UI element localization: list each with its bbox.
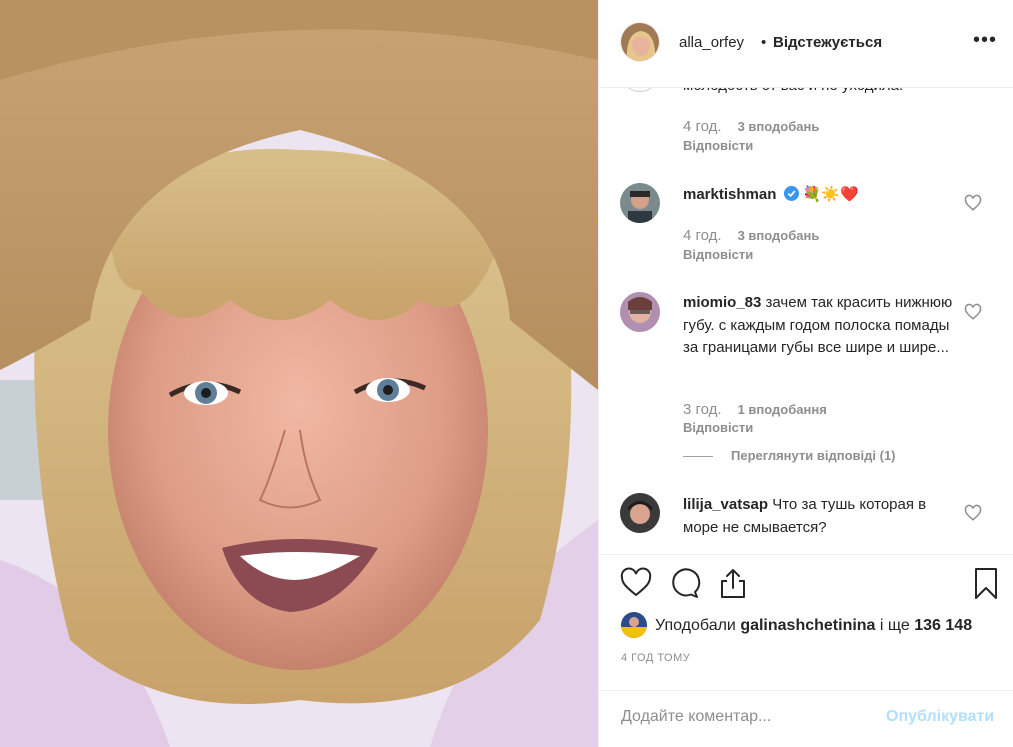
reply-button[interactable]: Відповісти (683, 138, 753, 153)
reply-button[interactable]: Відповісти (683, 247, 753, 262)
author-avatar[interactable] (620, 22, 660, 62)
comment-input[interactable]: Додайте коментар... (621, 708, 771, 726)
liker-username[interactable]: galinashchetinina (740, 617, 875, 634)
share-icon[interactable] (716, 566, 750, 600)
view-replies-label: Переглянути відповіді (1) (731, 448, 896, 463)
comment-meta: 3 год. 1 вподобання (683, 401, 827, 418)
reply-button[interactable]: Відповісти (683, 420, 753, 435)
comment-body: miomio_83 зачем так красить нижнюю губу.… (683, 292, 953, 360)
comment-username[interactable]: marktishman (683, 186, 776, 203)
comment-likes[interactable]: 3 вподобань (738, 119, 820, 134)
liked-suffix: і ще (879, 617, 910, 634)
comment-body: lilija_vatsap Что за тушь которая в море… (683, 494, 953, 539)
comment-meta: 4 год. 3 вподобань (683, 118, 819, 135)
comment-avatar[interactable] (620, 292, 660, 332)
comment-username[interactable]: lilija_vatsap (683, 496, 768, 513)
comment-meta: 4 год. 3 вподобань (683, 227, 819, 244)
comment-like-heart-icon[interactable] (964, 194, 982, 212)
post-details-panel: молодость от вас и не уходила. 4 год.3 в… (598, 0, 1013, 747)
comment-time[interactable]: 3 год. (683, 401, 722, 418)
post-photo[interactable] (0, 0, 598, 747)
post-header: alla_orfey • Відстежується ••• (599, 0, 1013, 88)
liker-avatar[interactable] (621, 612, 647, 638)
comment-like-heart-icon[interactable] (964, 303, 982, 321)
post-time[interactable]: 4 ГОД ТОМУ (621, 652, 690, 664)
comment-like-heart-icon[interactable] (964, 504, 982, 522)
bookmark-icon[interactable] (969, 566, 1003, 600)
comment-icon[interactable] (667, 566, 701, 600)
action-bar (599, 566, 1013, 606)
comment-likes[interactable]: 3 вподобань (738, 228, 820, 243)
follow-status-button[interactable]: Відстежується (773, 34, 882, 51)
comment-text: 💐☀️❤️ (802, 186, 859, 203)
comment-avatar[interactable] (620, 493, 660, 533)
more-icon[interactable]: ••• (973, 30, 997, 50)
heart-icon[interactable] (619, 566, 653, 600)
divider-line (683, 456, 713, 458)
liked-prefix: Уподобали (655, 617, 736, 634)
likes-count[interactable]: 136 148 (914, 617, 972, 634)
add-comment-bar: Додайте коментар... Опублікувати (599, 690, 1013, 747)
comment-username[interactable]: miomio_83 (683, 294, 761, 311)
view-replies-button[interactable]: Переглянути відповіді (1) (683, 448, 896, 463)
comment-time[interactable]: 4 год. (683, 227, 722, 244)
author-username[interactable]: alla_orfey (679, 34, 744, 51)
verified-badge-icon (783, 186, 799, 201)
comment-likes[interactable]: 1 вподобання (738, 402, 827, 417)
comment-avatar[interactable] (620, 183, 660, 223)
comment-body: marktishman 💐☀️❤️ (683, 184, 953, 207)
liked-by-text: Уподобали galinashchetinina і ще 136 148 (655, 617, 972, 635)
post-comment-button[interactable]: Опублікувати (886, 708, 994, 726)
comment-time[interactable]: 4 год. (683, 118, 722, 135)
header-separator: • (761, 34, 767, 51)
post-image (0, 0, 598, 747)
